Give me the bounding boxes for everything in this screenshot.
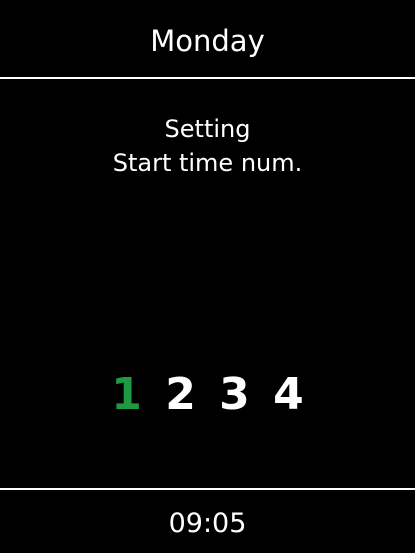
header-divider: [0, 77, 415, 79]
device-screen: Monday Setting Start time num. 1 2 3 4 0…: [0, 0, 415, 553]
start-time-num-label: Start time num.: [112, 149, 303, 177]
start-time-number-selector[interactable]: 1 2 3 4: [0, 365, 415, 425]
clock-time: 09:05: [168, 508, 247, 539]
start-time-option-4[interactable]: 4: [273, 365, 304, 425]
setting-description: Setting Start time num.: [0, 112, 415, 180]
start-time-option-1[interactable]: 1: [111, 365, 142, 425]
start-time-option-2[interactable]: 2: [165, 365, 196, 425]
day-title: Monday: [150, 24, 265, 58]
setting-label: Setting: [164, 115, 251, 143]
start-time-option-3[interactable]: 3: [219, 365, 250, 425]
footer-divider: [0, 488, 415, 490]
